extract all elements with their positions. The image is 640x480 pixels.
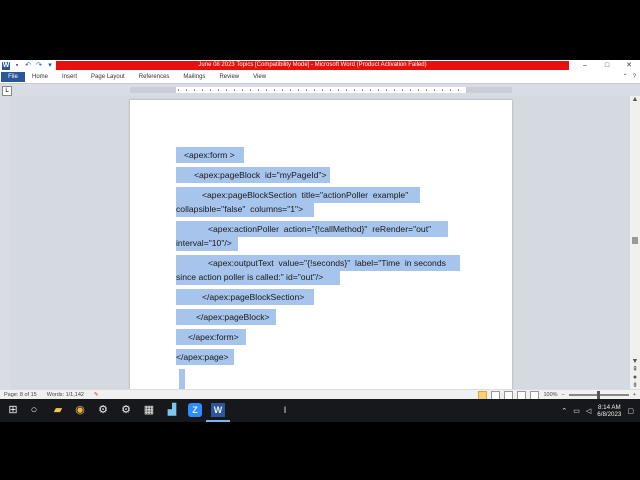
volume-icon[interactable]: ◁ xyxy=(586,407,591,415)
window-title: June 08 2023 Topics [Compatibility Mode]… xyxy=(56,61,569,70)
window-controls: – □ ✕ xyxy=(574,60,640,71)
code-line: collapsible="false" columns="1"> xyxy=(176,204,304,214)
selection-highlight xyxy=(179,369,185,389)
tab-file[interactable]: File xyxy=(1,72,25,82)
browse-object-icon[interactable]: ● xyxy=(630,374,640,381)
status-bar: Page: 8 of 15 Words: 1/1,142 ✎ 100% − + xyxy=(0,389,640,399)
code-line: <apex:pageBlockSection title="actionPoll… xyxy=(202,190,409,200)
ruler-left-margin xyxy=(130,87,176,93)
horizontal-ruler-row: L xyxy=(0,83,640,96)
code-line: </apex:pageBlockSection> xyxy=(202,292,305,302)
tab-view[interactable]: View xyxy=(246,72,273,82)
clock[interactable]: 8:14 AM 6/8/2023 xyxy=(597,404,621,418)
page-indicator[interactable]: Page: 8 of 15 xyxy=(4,390,37,399)
zoom-slider-knob[interactable] xyxy=(596,391,600,399)
ruler-right-margin xyxy=(466,87,512,93)
zoom-out-icon[interactable]: − xyxy=(562,390,565,399)
scroll-thumb[interactable] xyxy=(632,237,638,244)
gear-icon[interactable]: ⚙ xyxy=(119,403,133,417)
calculator-icon[interactable]: ▦ xyxy=(142,403,156,417)
scroll-up-icon[interactable]: ▲ xyxy=(630,96,640,103)
letterbox-bottom xyxy=(0,422,640,480)
file-explorer-icon[interactable]: ▰ xyxy=(51,403,65,417)
code-line: <apex:pageBlock id="myPageId"> xyxy=(194,170,327,180)
zoom-level[interactable]: 100% xyxy=(543,390,557,399)
outline-view-icon[interactable] xyxy=(517,390,527,399)
web-layout-view-icon[interactable] xyxy=(504,390,514,399)
minimize-button[interactable]: – xyxy=(574,60,596,71)
code-line: </apex:form> xyxy=(188,332,239,342)
status-right: 100% − + xyxy=(478,390,636,399)
settings-gear-icon[interactable]: ⚙ xyxy=(96,403,110,417)
vertical-ruler xyxy=(0,96,10,389)
cleanup-icon[interactable]: ▟ xyxy=(165,403,179,417)
word-app-icon[interactable]: W xyxy=(211,403,225,417)
title-bar: W ▪ ↶ ↷ ▾ June 08 2023 Topics [Compatibi… xyxy=(0,60,640,71)
code-line: <apex:actionPoller action="{!callMethod}… xyxy=(208,224,432,234)
tray-overflow-icon[interactable]: ⌃ xyxy=(561,407,567,415)
clock-date: 6/8/2023 xyxy=(597,410,622,418)
ribbon-tabs: File Home Insert Page Layout References … xyxy=(0,72,640,82)
document-page[interactable]: <apex:form > <apex:pageBlock id="myPageI… xyxy=(130,100,512,389)
ribbon-right-controls: ⌃ ? xyxy=(623,72,636,82)
code-line: since action poller is called:" id="out"… xyxy=(176,272,324,282)
next-page-icon[interactable]: ⇟ xyxy=(630,381,640,389)
close-button[interactable]: ✕ xyxy=(618,60,640,71)
windows-start-icon[interactable]: ⊞ xyxy=(6,403,20,417)
tab-references[interactable]: References xyxy=(132,72,177,82)
document-area: <apex:form > <apex:pageBlock id="myPageI… xyxy=(0,96,630,389)
code-line: </apex:pageBlock> xyxy=(196,312,270,322)
tab-mailings[interactable]: Mailings xyxy=(176,72,212,82)
maximize-button[interactable]: □ xyxy=(596,60,618,71)
tab-selector-icon[interactable]: L xyxy=(2,86,12,96)
help-icon[interactable]: ? xyxy=(633,72,636,82)
word-window: W ▪ ↶ ↷ ▾ June 08 2023 Topics [Compatibi… xyxy=(0,60,640,399)
code-line: <apex:outputText value="{!seconds}" labe… xyxy=(208,258,446,268)
horizontal-ruler[interactable] xyxy=(130,87,512,93)
search-icon[interactable]: ○ xyxy=(27,403,41,417)
zoom-app-icon[interactable]: Z xyxy=(188,403,202,417)
word-count[interactable]: Words: 1/1,142 xyxy=(47,390,84,399)
code-line: interval="10"/> xyxy=(176,238,232,248)
tab-insert[interactable]: Insert xyxy=(55,72,84,82)
draft-view-icon[interactable] xyxy=(530,390,540,399)
ribbon-collapse-icon[interactable]: ⌃ xyxy=(623,72,628,82)
print-layout-view-icon[interactable] xyxy=(478,390,488,399)
proofing-icon[interactable]: ✎ xyxy=(94,390,99,399)
tab-review[interactable]: Review xyxy=(212,72,246,82)
undo-icon[interactable]: ↶ xyxy=(24,62,32,70)
screen: W ▪ ↶ ↷ ▾ June 08 2023 Topics [Compatibi… xyxy=(0,0,640,480)
vertical-scrollbar[interactable]: ▲ ▼ ⇞ ● ⇟ xyxy=(630,96,640,389)
code-line: <apex:form > xyxy=(184,150,235,160)
save-icon[interactable]: ▪ xyxy=(13,62,21,70)
quick-access-toolbar: W ▪ ↶ ↷ ▾ xyxy=(0,61,54,70)
zoom-in-icon[interactable]: + xyxy=(633,390,636,399)
word-logo-icon[interactable]: W xyxy=(2,61,10,70)
code-line: </apex:page> xyxy=(176,352,229,362)
status-left: Page: 8 of 15 Words: 1/1,142 ✎ xyxy=(4,390,99,399)
previous-page-icon[interactable]: ⇞ xyxy=(630,365,640,373)
chrome-icon[interactable]: ◉ xyxy=(73,403,87,417)
redo-icon[interactable]: ↷ xyxy=(35,62,43,70)
zoom-slider[interactable] xyxy=(568,391,629,399)
full-screen-view-icon[interactable] xyxy=(491,390,501,399)
network-icon[interactable]: ▭ xyxy=(573,407,580,415)
tab-page-layout[interactable]: Page Layout xyxy=(84,72,132,82)
scroll-down-icon[interactable]: ▼ xyxy=(630,358,640,365)
customize-qat-icon[interactable]: ▾ xyxy=(46,62,54,70)
notifications-icon[interactable]: ▢ xyxy=(627,407,634,415)
text-cursor-icon: I xyxy=(283,405,287,415)
clock-time: 8:14 AM xyxy=(597,403,621,411)
system-tray: ⌃ ▭ ◁ 8:14 AM 6/8/2023 ▢ xyxy=(561,399,640,422)
letterbox-top xyxy=(0,0,640,60)
tab-home[interactable]: Home xyxy=(25,72,55,82)
taskbar: ⊞ ○ ▰ ◉ ⚙ ⚙ ▦ ▟ Z W I ⌃ ▭ ◁ 8:14 AM 6/8/… xyxy=(0,399,640,422)
